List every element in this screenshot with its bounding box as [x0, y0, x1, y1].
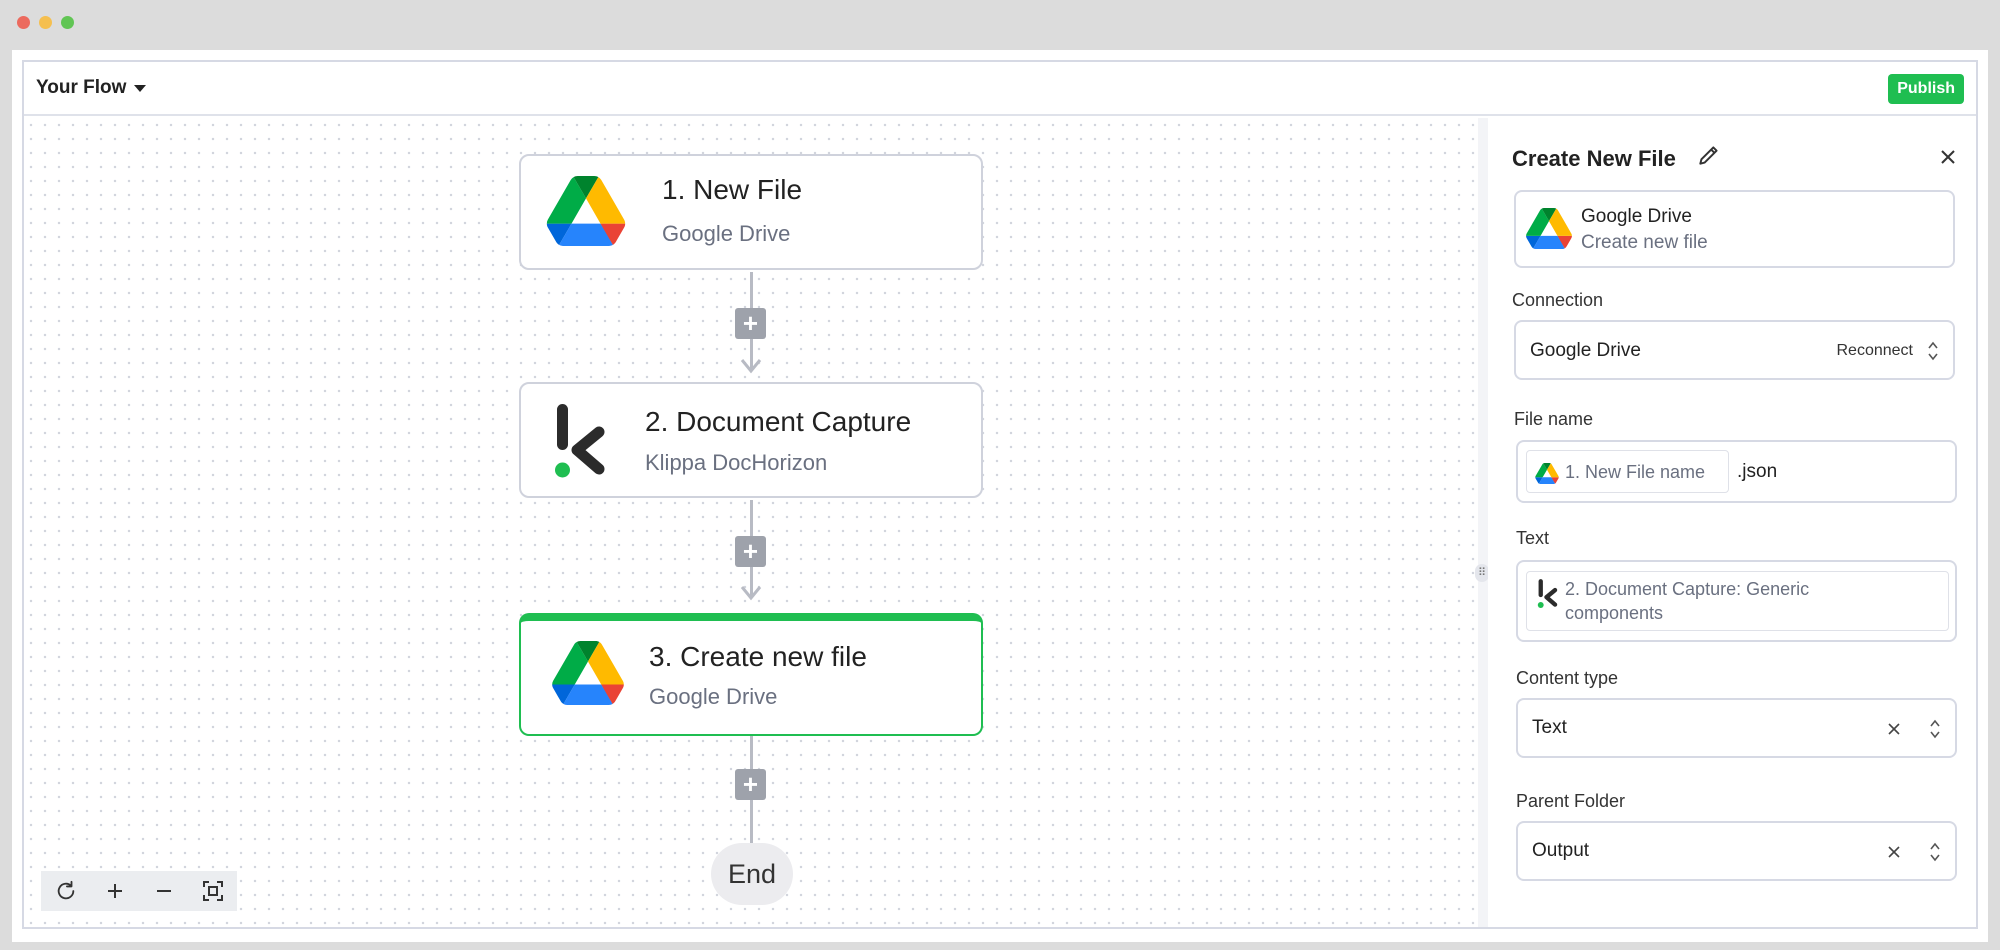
google-drive-icon	[552, 641, 624, 705]
connector-line	[750, 800, 753, 843]
zoom-controls	[41, 871, 237, 911]
flow-editor: Your Flow Publish 1. New File Google Dri…	[22, 60, 1978, 929]
arrow-down-icon	[740, 359, 762, 374]
flow-title: Your Flow	[36, 77, 127, 98]
content-type-select[interactable]: Text	[1516, 698, 1957, 758]
variable-chip-label-line1: 2. Document Capture: Generic	[1565, 579, 1810, 599]
google-drive-icon	[546, 176, 626, 246]
app-action: Create new file	[1581, 232, 1708, 253]
variable-chip[interactable]: 1. New File name	[1526, 450, 1729, 493]
connection-select[interactable]: Google Drive Reconnect	[1514, 320, 1955, 380]
chevron-up-down-icon	[1930, 842, 1940, 862]
connector-line	[750, 736, 753, 772]
variable-chip-label-line2: components	[1565, 603, 1664, 623]
step-settings-panel: Create New File Google Drive Create new …	[1488, 118, 1976, 927]
text-label: Text	[1516, 528, 1550, 548]
content-type-value: Text	[1532, 717, 1567, 738]
maximize-window-dot[interactable]	[61, 16, 74, 29]
window-frame: Your Flow Publish 1. New File Google Dri…	[12, 50, 1988, 942]
text-input[interactable]: 2. Document Capture: Generic components	[1516, 560, 1957, 642]
chevron-up-down-icon	[1930, 719, 1940, 739]
node-title: 1. New File	[662, 174, 803, 205]
flow-title-dropdown[interactable]: Your Flow	[36, 77, 147, 99]
add-step-button[interactable]: +	[735, 536, 766, 567]
app-name: Google Drive	[1581, 206, 1692, 227]
add-step-button[interactable]: +	[735, 308, 766, 339]
connector-line	[750, 500, 753, 536]
end-node: End	[711, 843, 793, 905]
top-bar: Your Flow Publish	[24, 62, 1976, 116]
chevron-up-down-icon	[1928, 341, 1938, 361]
variable-chip-label: 1. New File name	[1565, 462, 1706, 482]
panel-divider	[1478, 118, 1488, 927]
refresh-icon[interactable]	[51, 876, 81, 906]
klippa-icon	[1537, 579, 1558, 608]
arrow-down-icon	[740, 586, 762, 601]
node-title: 3. Create new file	[649, 641, 867, 672]
close-icon[interactable]	[1939, 148, 1957, 166]
zoom-out-icon[interactable]	[149, 876, 179, 906]
panel-title: Create New File	[1512, 146, 1676, 171]
google-drive-icon	[1535, 463, 1559, 484]
klippa-icon	[555, 404, 605, 478]
google-drive-icon	[1526, 208, 1572, 249]
add-step-button[interactable]: +	[735, 769, 766, 800]
node-subtitle: Klippa DocHorizon	[645, 450, 828, 475]
flow-node-new-file[interactable]: 1. New File Google Drive	[519, 154, 983, 270]
node-subtitle: Google Drive	[662, 221, 791, 246]
flow-node-document-capture[interactable]: 2. Document Capture Klippa DocHorizon	[519, 382, 983, 498]
reconnect-link[interactable]: Reconnect	[1837, 342, 1914, 360]
connection-label: Connection	[1512, 290, 1604, 310]
parent-folder-value: Output	[1532, 840, 1590, 861]
close-window-dot[interactable]	[17, 16, 30, 29]
pencil-icon[interactable]	[1696, 142, 1722, 168]
variable-chip[interactable]: 2. Document Capture: Generic components	[1526, 571, 1949, 631]
parent-folder-select[interactable]: Output	[1516, 821, 1957, 881]
resize-handle-icon[interactable]: ⠿	[1475, 564, 1489, 582]
clear-icon[interactable]	[1887, 722, 1901, 736]
connector-line	[750, 272, 753, 308]
file-name-label: File name	[1514, 409, 1594, 429]
flow-canvas[interactable]: 1. New File Google Drive + 2. Document C…	[24, 118, 1478, 927]
content-type-label: Content type	[1516, 668, 1619, 688]
fit-screen-icon[interactable]	[198, 876, 228, 906]
node-subtitle: Google Drive	[649, 684, 778, 709]
caret-down-icon	[134, 84, 147, 92]
selected-app-card[interactable]: Google Drive Create new file	[1514, 190, 1955, 268]
node-title: 2. Document Capture	[645, 406, 912, 437]
window-controls	[17, 16, 74, 29]
flow-node-create-new-file[interactable]: 3. Create new file Google Drive	[519, 613, 983, 736]
file-name-suffix: .json	[1737, 461, 1778, 482]
minimize-window-dot[interactable]	[39, 16, 52, 29]
connection-value: Google Drive	[1530, 340, 1641, 361]
publish-button[interactable]: Publish	[1888, 74, 1964, 104]
clear-icon[interactable]	[1887, 845, 1901, 859]
parent-folder-label: Parent Folder	[1516, 791, 1626, 811]
file-name-input[interactable]: 1. New File name .json	[1516, 440, 1957, 503]
zoom-in-icon[interactable]	[100, 876, 130, 906]
